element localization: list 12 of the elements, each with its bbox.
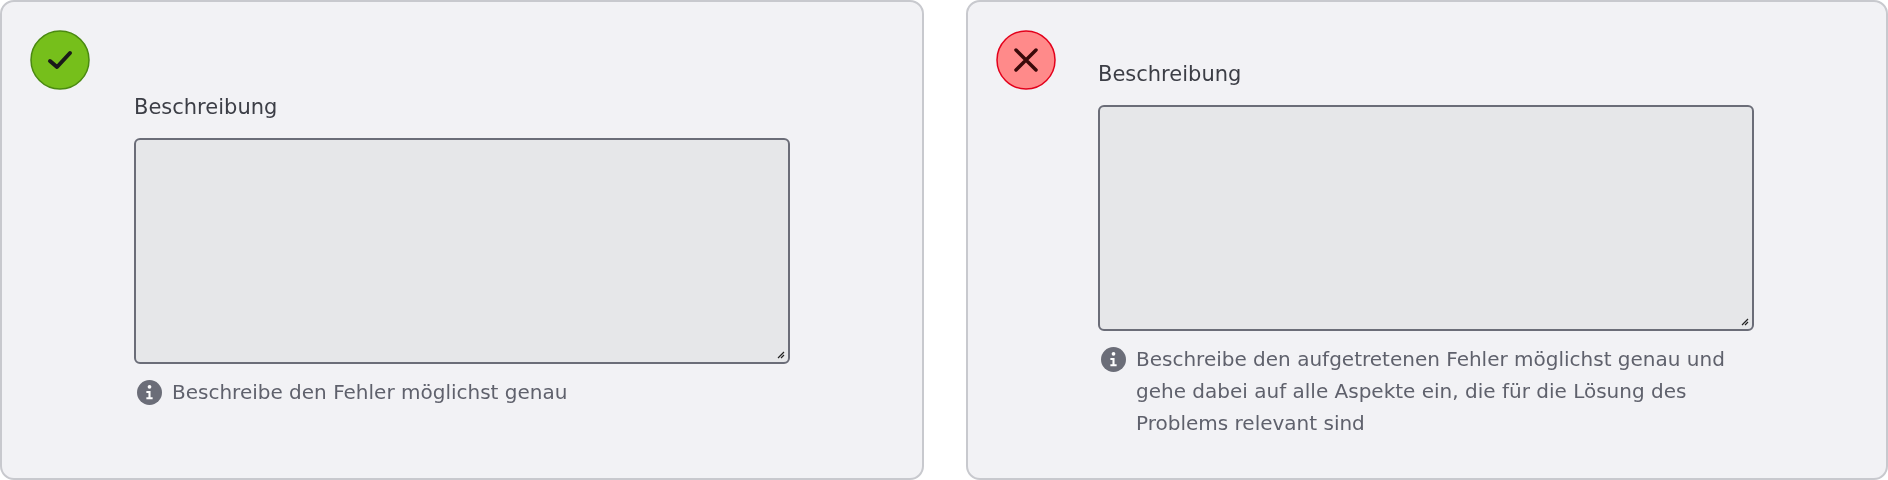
field-label: Beschreibung [1098,61,1242,88]
cross-icon [996,30,1056,90]
hint-text: Beschreibe den Fehler möglichst genau [172,379,568,406]
resize-handle-icon[interactable] [775,349,785,359]
resize-handle-icon[interactable] [1739,316,1749,326]
info-icon [137,380,162,405]
hint-text: Beschreibe den aufgetretenen Fehler möglichst genau und gehe dabei auf alle Aspekte ein, die für die Lösung des Problems relevant sind [1136,346,1726,437]
text-area[interactable] [134,138,790,364]
field-label: Beschreibung [134,94,278,121]
check-icon [30,30,90,90]
text-area[interactable] [1098,105,1754,331]
info-icon [1101,347,1126,372]
